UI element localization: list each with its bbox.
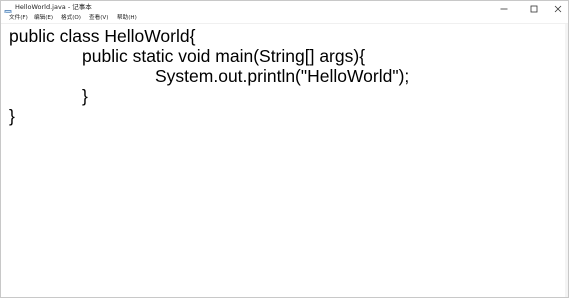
code-line: public static void main(String[] args){ (82, 46, 366, 66)
maximize-button[interactable] (521, 1, 547, 13)
notepad-icon (4, 3, 12, 18)
text-editor[interactable]: public class HelloWorld{ public static v… (1, 24, 567, 297)
menu-view[interactable]: 查看(V) (87, 13, 110, 23)
code-line: System.out.println("HelloWorld"); (155, 66, 410, 86)
menu-file[interactable]: 文件(F) (7, 13, 30, 23)
menu-format[interactable]: 格式(O) (59, 13, 83, 23)
menu-bar: 文件(F) 编辑(E) 格式(O) 查看(V) 帮助(H) (1, 13, 568, 24)
code-line: public class HelloWorld{ (9, 26, 196, 46)
title-bar[interactable]: HelloWorld.java - 记事本 (1, 1, 568, 18)
code-line: } (9, 106, 15, 126)
minimize-button[interactable] (491, 1, 517, 13)
close-button[interactable] (545, 1, 568, 13)
vertical-scrollbar[interactable] (565, 24, 568, 297)
menu-edit[interactable]: 编辑(E) (32, 13, 55, 23)
window-title: HelloWorld.java - 记事本 (15, 3, 92, 11)
menu-help[interactable]: 帮助(H) (115, 13, 139, 23)
code-line: } (82, 86, 88, 106)
notepad-window: HelloWorld.java - 记事本 文件(F) 编辑(E) 格式(O) … (0, 0, 569, 298)
